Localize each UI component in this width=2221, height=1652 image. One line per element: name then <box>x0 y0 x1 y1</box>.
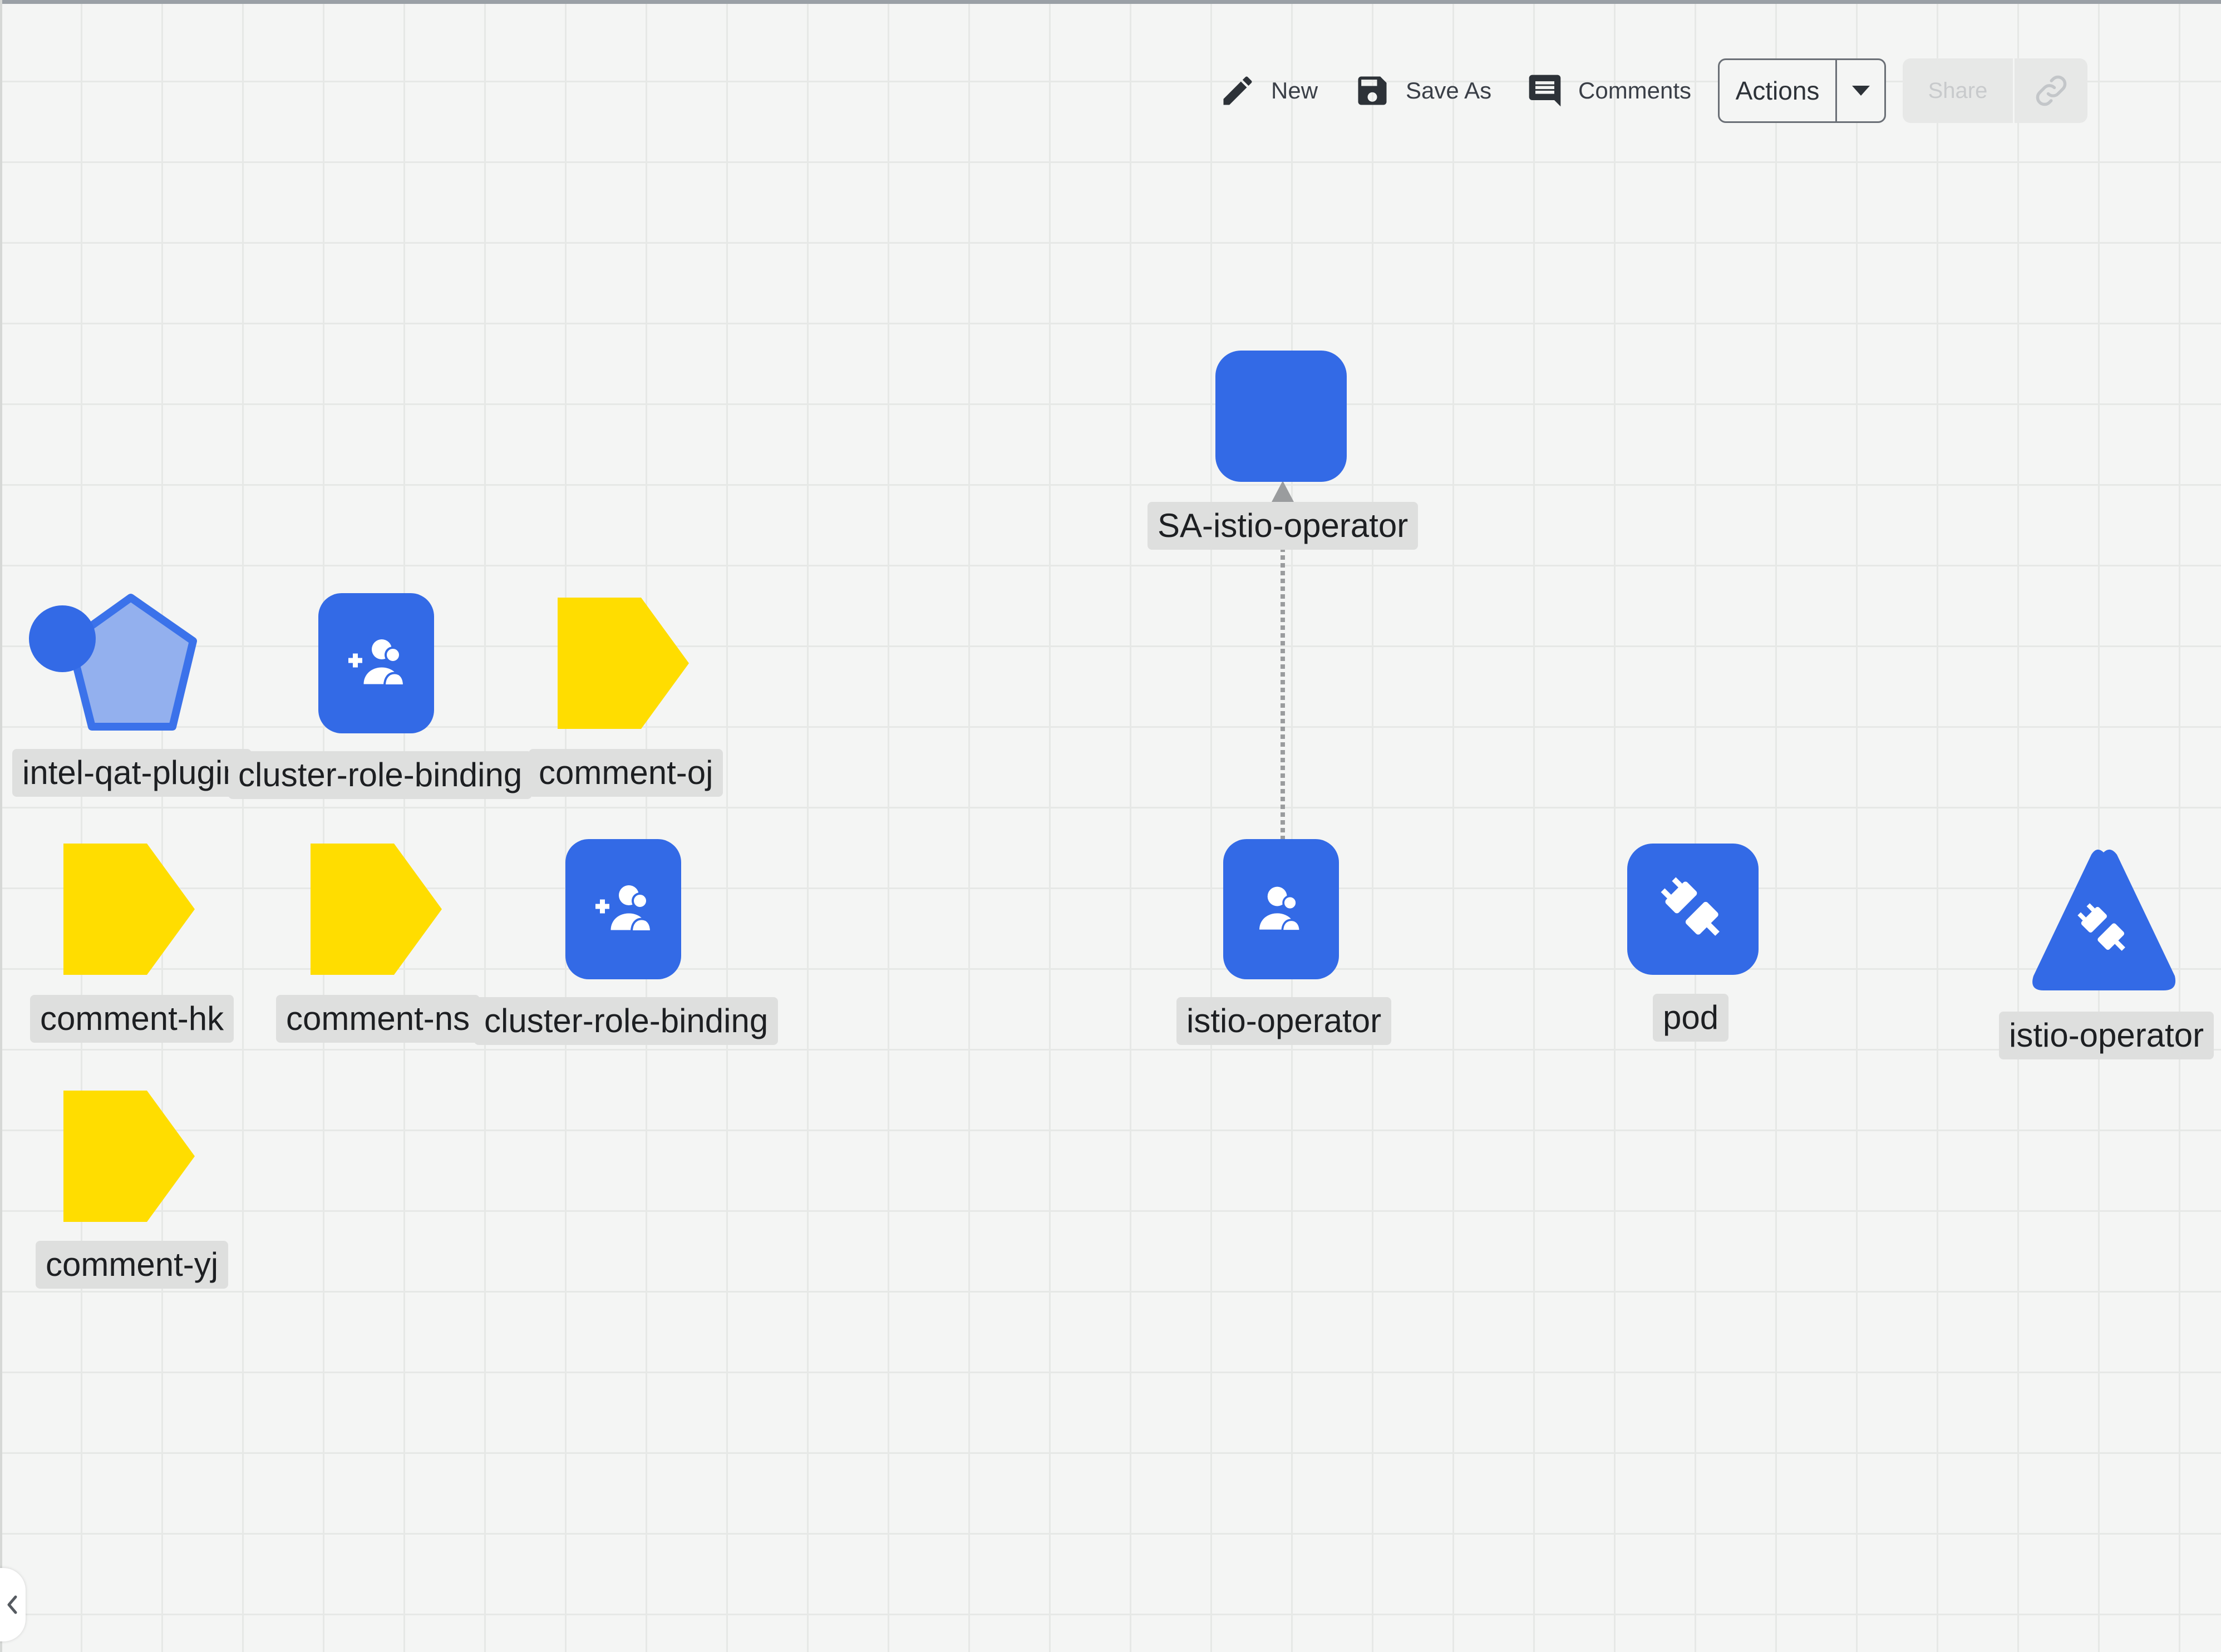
node-label: cluster-role-binding <box>228 751 533 799</box>
node-label: SA-istio-operator <box>1148 502 1419 550</box>
comments-button[interactable]: Comments <box>1526 67 1691 114</box>
service-account-shape[interactable] <box>1215 351 1347 482</box>
node-label: istio-operator <box>1999 1012 2214 1059</box>
node-label: intel-qat-plugin <box>12 749 252 797</box>
user-add-icon <box>595 885 653 933</box>
expand-sidebar-button[interactable] <box>0 1568 26 1641</box>
plug-icon <box>1661 877 1720 936</box>
status-dot <box>29 605 96 672</box>
comment-icon <box>1529 75 1561 106</box>
cluster-role-binding-shape[interactable] <box>565 839 681 979</box>
node-label: pod <box>1653 994 1729 1042</box>
chevron-left-icon <box>7 1595 17 1614</box>
pencil-icon <box>1223 76 1252 105</box>
edge-arrowhead <box>1271 481 1294 503</box>
save-icon <box>1358 76 1387 105</box>
comment-shape[interactable] <box>63 844 195 975</box>
caret-down-icon <box>1851 86 1870 96</box>
pod-shape[interactable] <box>1627 844 1759 975</box>
actions-dropdown[interactable]: Actions <box>1718 58 1886 123</box>
pentagon-shape[interactable] <box>22 590 206 740</box>
comments-label: Comments <box>1578 77 1692 103</box>
actions-caret-button[interactable] <box>1837 60 1884 121</box>
new-label: New <box>1271 77 1318 103</box>
node-label: comment-oj <box>529 749 723 797</box>
share-button[interactable]: Share <box>1903 58 2013 123</box>
save-as-button[interactable]: Save As <box>1353 67 1491 114</box>
comment-shape[interactable] <box>558 598 689 729</box>
left-border <box>0 0 2 1652</box>
share-group: Share <box>1903 58 2087 123</box>
comment-shape[interactable] <box>63 1091 195 1222</box>
node-label: comment-ns <box>276 995 480 1043</box>
node-label: istio-operator <box>1176 997 1392 1045</box>
node-label: comment-hk <box>30 995 234 1043</box>
actions-label[interactable]: Actions <box>1720 60 1835 121</box>
service-account-shape[interactable] <box>1223 839 1339 979</box>
user-add-icon <box>348 639 406 687</box>
save-as-label: Save As <box>1406 77 1492 103</box>
top-border <box>0 0 2221 4</box>
triangle-shape[interactable] <box>2027 845 2180 994</box>
comment-shape[interactable] <box>311 844 442 975</box>
copy-link-button[interactable] <box>2015 58 2087 123</box>
new-button[interactable]: New <box>1219 67 1318 114</box>
node-label: cluster-role-binding <box>474 997 779 1045</box>
cluster-role-binding-shape[interactable] <box>318 593 434 733</box>
user-icon <box>1259 886 1302 932</box>
node-label: comment-yj <box>36 1241 229 1289</box>
link-icon <box>2036 75 2066 106</box>
